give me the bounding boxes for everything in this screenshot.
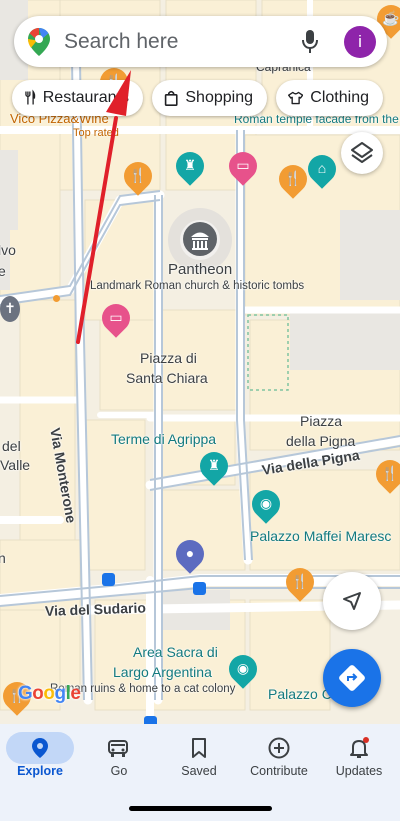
left-edge-label-valle: Valle: [0, 457, 31, 473]
my-location-button[interactable]: [323, 572, 381, 630]
layers-icon: [351, 142, 373, 163]
chip-label: Clothing: [310, 89, 369, 106]
nav-label: Updates: [335, 764, 383, 778]
shopping-bag-icon: [164, 90, 178, 106]
bell-icon: [341, 732, 377, 764]
left-edge-label-del: del: [2, 438, 21, 454]
museum-pin[interactable]: ♜: [170, 146, 210, 186]
chip-shopping[interactable]: Shopping: [152, 80, 267, 116]
piazza-pigna-label-1: Piazza: [300, 413, 343, 429]
google-maps-logo-icon: [28, 28, 50, 56]
bed-icon: ▭: [109, 309, 123, 325]
bus-stop-icon[interactable]: [193, 582, 206, 595]
add-circle-icon: [261, 732, 297, 764]
monument-icon: ♜: [183, 157, 197, 173]
nav-updates[interactable]: Updates: [319, 724, 399, 794]
navigation-arrow-icon: [343, 592, 361, 610]
microphone-icon[interactable]: [300, 28, 320, 56]
piazza-santa-chiara-label-2: Santa Chiara: [126, 370, 208, 386]
account-avatar[interactable]: i: [344, 26, 376, 58]
museum-icon: ⌂: [317, 160, 327, 176]
shirt-icon: [288, 91, 304, 105]
chip-clothing[interactable]: Clothing: [276, 80, 383, 116]
monument-icon: ♜: [207, 457, 221, 473]
search-bar[interactable]: Search here i: [14, 16, 387, 67]
left-edge-label-e: e: [0, 263, 6, 279]
chip-label: Restaurants: [42, 89, 129, 106]
area-sacra-label-1[interactable]: Area Sacra di: [133, 644, 218, 660]
directions-icon: [339, 665, 365, 691]
bus-stop-icon[interactable]: [144, 716, 157, 724]
nav-label: Explore: [17, 764, 63, 778]
car-icon: [101, 732, 137, 764]
piazza-santa-chiara-label-1: Piazza di: [140, 350, 197, 366]
fork-knife-icon: 🍴: [129, 167, 147, 183]
camera-icon: ◉: [236, 660, 250, 676]
nav-label: Go: [110, 764, 128, 778]
fork-knife-icon: 🍴: [291, 573, 309, 589]
monument-pin[interactable]: ♜: [194, 446, 234, 486]
nav-go[interactable]: Go: [79, 724, 159, 794]
bed-icon: ▭: [236, 157, 250, 173]
left-edge-label-n: n: [0, 550, 6, 566]
layers-button[interactable]: [341, 132, 383, 174]
home-indicator: [129, 806, 272, 811]
fork-knife-icon: 🍴: [284, 170, 302, 186]
restaurant-pin[interactable]: 🍴: [370, 454, 400, 494]
area-sacra-label-2[interactable]: Largo Argentina: [113, 664, 212, 680]
hotel-pin[interactable]: ▭: [223, 146, 263, 186]
pantheon-subtitle: Landmark Roman church & historic tombs: [90, 280, 305, 292]
nav-saved[interactable]: Saved: [159, 724, 239, 794]
restaurant-pin[interactable]: 🍴: [280, 562, 320, 602]
nav-label: Contribute: [250, 764, 308, 778]
terme-agrippa-label[interactable]: Terme di Agrippa: [111, 431, 216, 447]
nav-explore[interactable]: Explore: [0, 724, 80, 794]
search-input[interactable]: Search here: [64, 30, 178, 54]
lock-icon: ●: [185, 545, 195, 561]
piazza-pigna-label-2: della Pigna: [286, 433, 356, 449]
nav-contribute[interactable]: Contribute: [239, 724, 319, 794]
fork-knife-icon: [25, 89, 36, 105]
top-rated-label: Top rated: [73, 127, 119, 139]
restaurant-pin[interactable]: 🍴: [273, 159, 313, 199]
church-icon[interactable]: ✝: [0, 296, 20, 322]
nav-label: Saved: [181, 764, 217, 778]
google-logo: Google: [18, 683, 81, 704]
camera-pin[interactable]: ◉: [223, 649, 263, 689]
location-pin-icon: [6, 732, 74, 764]
pantheon-label[interactable]: Pantheon: [168, 261, 232, 278]
palazzo-maffei-label[interactable]: Palazzo Maffei Maresc: [250, 528, 391, 544]
bookmark-icon: [181, 732, 217, 764]
landmark-icon[interactable]: [183, 222, 217, 256]
bus-stop-icon[interactable]: [102, 573, 115, 586]
camera-pin[interactable]: ◉: [246, 484, 286, 524]
left-edge-label-vo: lvo: [0, 242, 16, 258]
fork-knife-icon: 🍴: [381, 465, 399, 481]
directions-button[interactable]: [323, 649, 381, 707]
hotel-pin[interactable]: ▭: [96, 298, 136, 338]
attraction-pin[interactable]: ●: [170, 534, 210, 574]
museum-pin[interactable]: ⌂: [302, 149, 342, 189]
chip-restaurants[interactable]: Restaurants: [12, 80, 143, 116]
poi-dot[interactable]: [53, 295, 60, 302]
restaurant-pin[interactable]: 🍴: [118, 156, 158, 196]
camera-icon: ◉: [259, 495, 273, 511]
chip-label: Shopping: [185, 89, 253, 106]
